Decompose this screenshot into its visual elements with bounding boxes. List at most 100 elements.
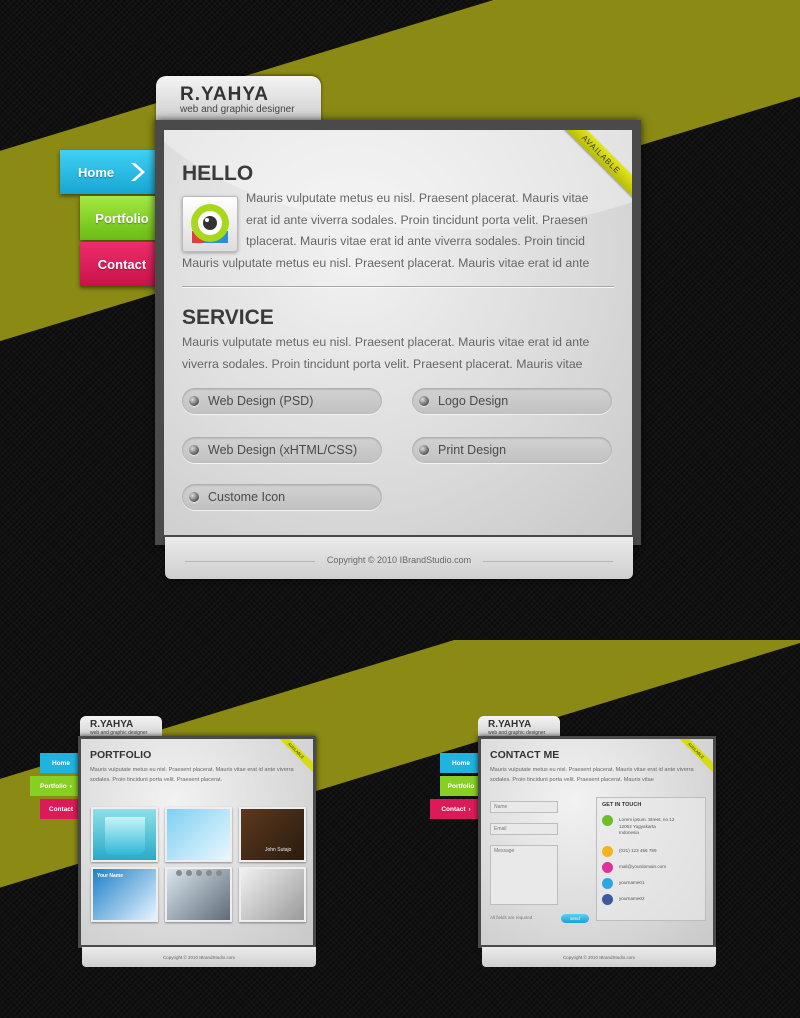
email[interactable]: mail@yourdomain.com: [619, 864, 666, 871]
hello-line-1: Mauris vulputate metus eu nisl. Praesent…: [246, 191, 589, 205]
page-dot[interactable]: [196, 870, 202, 876]
nav-home-button[interactable]: Home: [60, 150, 164, 194]
contact-paragraph: Mauris vulputate metus eu nisl. Praesent…: [490, 767, 694, 783]
nav-portfolio-button[interactable]: Portfolio ›: [30, 776, 82, 796]
chevron-right-icon: ›: [468, 805, 471, 813]
phone-icon: [602, 846, 613, 857]
service-item-logo-design[interactable]: Logo Design: [412, 388, 612, 414]
brand-name: R.YAHYA: [90, 719, 134, 730]
service-item-print-design[interactable]: Print Design: [412, 437, 612, 463]
get-in-touch-box: GET IN TOUCH Lorem ipsum. Street, no 12 …: [596, 797, 706, 921]
footer: Copyright © 2010 IBrandStudio.com: [482, 947, 716, 967]
email-row: mail@yourdomain.com: [602, 862, 666, 873]
page-dot[interactable]: [216, 870, 222, 876]
service-item-label: Print Design: [438, 443, 507, 457]
nav-contact-label: Contact: [48, 805, 74, 813]
service-line-1: Mauris vulputate metus eu nisl. Praesent…: [182, 335, 590, 349]
nav-portfolio-button[interactable]: Portfolio: [440, 776, 482, 796]
hello-line-4: Mauris vulputate metus eu nisl. Praesent…: [182, 256, 590, 270]
nav-home-button[interactable]: Home: [40, 753, 82, 773]
service-item-label: Logo Design: [438, 394, 509, 408]
bullet-icon: [189, 492, 199, 502]
address-row: Lorem ipsum. Street, no 12 12062 Yogyaka…: [602, 815, 674, 837]
page-dot[interactable]: [186, 870, 192, 876]
location-icon: [602, 815, 613, 826]
content-panel: AVAILABLE PORTFOLIO Mauris vulputate met…: [81, 739, 313, 945]
nav-contact-label: Contact: [97, 256, 147, 272]
portfolio-thumb[interactable]: [91, 807, 158, 862]
nav-contact-label: Contact: [441, 805, 466, 813]
bullet-icon: [189, 445, 199, 455]
nav-contact-button[interactable]: Contact: [80, 242, 164, 286]
page-dot[interactable]: [176, 870, 182, 876]
nav-contact-button[interactable]: Contact ›: [430, 799, 482, 819]
content-panel: AVAILABLE HELLO Mauris vulputate metus e…: [164, 130, 632, 535]
facebook-row: yourname02: [602, 894, 645, 905]
service-item-label: Web Design (xHTML/CSS): [208, 443, 358, 457]
service-item-web-design-xhtml[interactable]: Web Design (xHTML/CSS): [182, 437, 382, 463]
footer: Copyright © 2010 IBrandStudio.com: [82, 947, 316, 967]
service-heading: SERVICE: [182, 306, 274, 329]
hello-heading: HELLO: [182, 162, 254, 185]
portfolio-heading: PORTFOLIO: [90, 749, 152, 761]
skype-row: yourname01: [602, 878, 645, 889]
contact-heading: CONTACT ME: [490, 749, 560, 761]
nav-portfolio-label: Portfolio: [40, 782, 67, 790]
nav-portfolio-label: Portfolio: [447, 782, 475, 790]
bullet-icon: [419, 445, 429, 455]
copyright: Copyright © 2010 IBrandStudio.com: [326, 555, 472, 565]
nav-contact-button[interactable]: Contact: [40, 799, 82, 819]
address-line: Indonesia: [619, 830, 639, 835]
phone: (021) 123 456 789: [619, 848, 657, 853]
service-item-label: Web Design (PSD): [208, 394, 314, 408]
skype[interactable]: yourname01: [619, 880, 645, 887]
skype-icon: [602, 878, 613, 889]
brand-tagline: web and graphic designer: [180, 104, 295, 115]
nav-home-button[interactable]: Home: [440, 753, 482, 773]
service-item-custom-icon[interactable]: Custome Icon: [182, 484, 382, 510]
address: Lorem ipsum. Street, no 12 12062 Yogyaka…: [619, 817, 674, 837]
get-in-touch-heading: GET IN TOUCH: [602, 802, 642, 808]
portfolio-thumb[interactable]: John Sutajo: [239, 807, 306, 862]
chevron-right-icon: ›: [69, 782, 72, 790]
thumb-caption: John Sutajo: [265, 847, 292, 853]
hello-line-2: erat id ante viverra sodales. Proin tinc…: [246, 213, 588, 227]
send-button[interactable]: send: [561, 914, 589, 923]
chevron-right-icon: [131, 163, 145, 181]
main-mockup: R.YAHYA web and graphic designer Home Po…: [0, 0, 800, 640]
preview-mockups: R.YAHYA web and graphic designer Home Po…: [0, 640, 800, 1018]
portfolio-thumb[interactable]: Your Name: [91, 867, 158, 922]
page-dot[interactable]: [206, 870, 212, 876]
required-note: All fields are required: [490, 915, 533, 920]
content-panel: AVAILABLE CONTACT ME Mauris vulputate me…: [481, 739, 713, 945]
logo-tab[interactable]: R.YAHYA web and graphic designer: [156, 76, 321, 126]
service-line-2: viverra sodales. Proin tincidunt porta v…: [182, 357, 583, 371]
service-item-web-design-psd[interactable]: Web Design (PSD): [182, 388, 382, 414]
portfolio-thumb[interactable]: [239, 867, 306, 922]
message-field[interactable]: Message: [490, 845, 558, 905]
copyright: Copyright © 2010 IBrandStudio.com: [562, 955, 636, 960]
footer: Copyright © 2010 IBrandStudio.com: [165, 537, 633, 579]
nav-portfolio-button[interactable]: Portfolio: [80, 196, 164, 240]
eye-mascot-icon: [191, 204, 229, 243]
facebook[interactable]: yourname02: [619, 896, 645, 903]
email-field[interactable]: Email: [490, 823, 558, 835]
copyright: Copyright © 2010 IBrandStudio.com: [162, 955, 236, 960]
avatar: [182, 196, 238, 252]
nav-home-label: Home: [451, 759, 471, 767]
mail-icon: [602, 862, 613, 873]
service-item-label: Custome Icon: [208, 490, 286, 504]
section-divider: [182, 286, 614, 288]
bullet-icon: [419, 396, 429, 406]
bullet-icon: [189, 396, 199, 406]
nav-portfolio-label: Portfolio: [95, 210, 149, 226]
facebook-icon: [602, 894, 613, 905]
glass-image: [105, 817, 145, 855]
hello-line-3: tplacerat. Mauris vitae erat id ante viv…: [246, 234, 586, 248]
brand-name: R.YAHYA: [488, 719, 532, 730]
portfolio-paragraph: Mauris vulputate metus eu nisl. Praesent…: [90, 767, 294, 783]
thumb-caption: Your Name: [97, 873, 124, 879]
name-field[interactable]: Name: [490, 801, 558, 813]
address-line: Lorem ipsum. Street, no 12: [619, 817, 675, 822]
portfolio-thumb[interactable]: [165, 807, 232, 862]
